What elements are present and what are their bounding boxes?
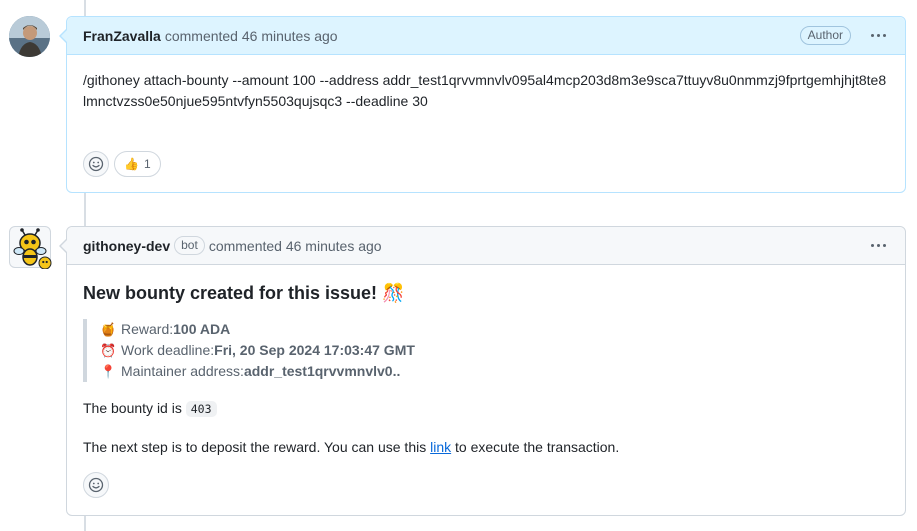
reward-label: Reward: [121,321,174,337]
comment-body: /githoney attach-bounty --amount 100 --a… [67,55,905,128]
deadline-row: ⏰ Work deadline: Fri, 20 Sep 2024 17:03:… [100,340,889,361]
add-reaction-button[interactable] [83,151,109,177]
bounty-id-text: The bounty id is [83,400,186,416]
comment-author[interactable]: FranZavalla [83,28,161,44]
reward-row: 🍯 Reward: 100 ADA [100,319,889,340]
thumbs-up-reaction[interactable]: 👍 1 [114,151,161,177]
deadline-label: Work deadline: [121,342,215,358]
address-row: 📍 Maintainer address: addr_test1qrvvmnvl… [100,361,889,382]
bounty-id-paragraph: The bounty id is 403 [83,398,889,420]
comment-text: /githoney attach-bounty --amount 100 --a… [83,72,887,109]
next-step-text-end: to execute the transaction. [451,439,620,455]
add-reaction-button[interactable] [83,472,109,498]
bee-icon [13,228,52,270]
smiley-icon [88,477,104,493]
bounty-id-code: 403 [185,401,217,417]
transaction-link[interactable]: link [430,439,451,455]
comment-header: FranZavalla commented 46 minutes ago Aut… [67,17,905,55]
more-options-icon[interactable] [867,236,889,256]
author-badge: Author [799,26,851,45]
address-value: addr_test1qrvvmnvlv0.. [243,363,401,379]
comment-body: New bounty created for this issue! 🎊 🍯 R… [67,265,905,474]
smiley-icon [88,156,104,172]
reward-value: 100 ADA [173,321,231,337]
author-comment: FranZavalla commented 46 minutes ago Aut… [59,16,906,193]
bounty-details-quote: 🍯 Reward: 100 ADA ⏰ Work deadline: Fri, … [83,319,889,382]
thumbs-up-icon: 👍 [124,157,139,171]
more-options-icon[interactable] [867,26,889,46]
user-photo-icon [9,16,50,57]
honey-pot-icon: 🍯 [100,322,117,337]
pin-icon: 📍 [100,364,117,379]
address-label: Maintainer address: [121,363,244,379]
avatar[interactable] [9,16,50,57]
next-step-text: The next step is to deposit the reward. … [83,439,431,455]
reactions-bar: 👍 1 [83,151,161,177]
bot-badge: bot [174,236,205,255]
reaction-count: 1 [143,157,151,171]
comment-timestamp[interactable]: commented 46 minutes ago [209,238,382,254]
comment-timestamp[interactable]: commented 46 minutes ago [165,28,338,44]
alarm-clock-icon: ⏰ [100,343,117,358]
bot-avatar[interactable] [9,226,52,270]
bot-comment: githoney-dev bot commented 46 minutes ag… [59,226,906,516]
comment-author[interactable]: githoney-dev [83,238,170,254]
comment-header: githoney-dev bot commented 46 minutes ag… [67,227,905,265]
deadline-value: Fri, 20 Sep 2024 17:03:47 GMT [214,342,415,358]
next-step-paragraph: The next step is to deposit the reward. … [83,437,889,458]
reactions-bar [83,472,109,498]
bounty-heading: New bounty created for this issue! 🎊 [83,283,405,303]
